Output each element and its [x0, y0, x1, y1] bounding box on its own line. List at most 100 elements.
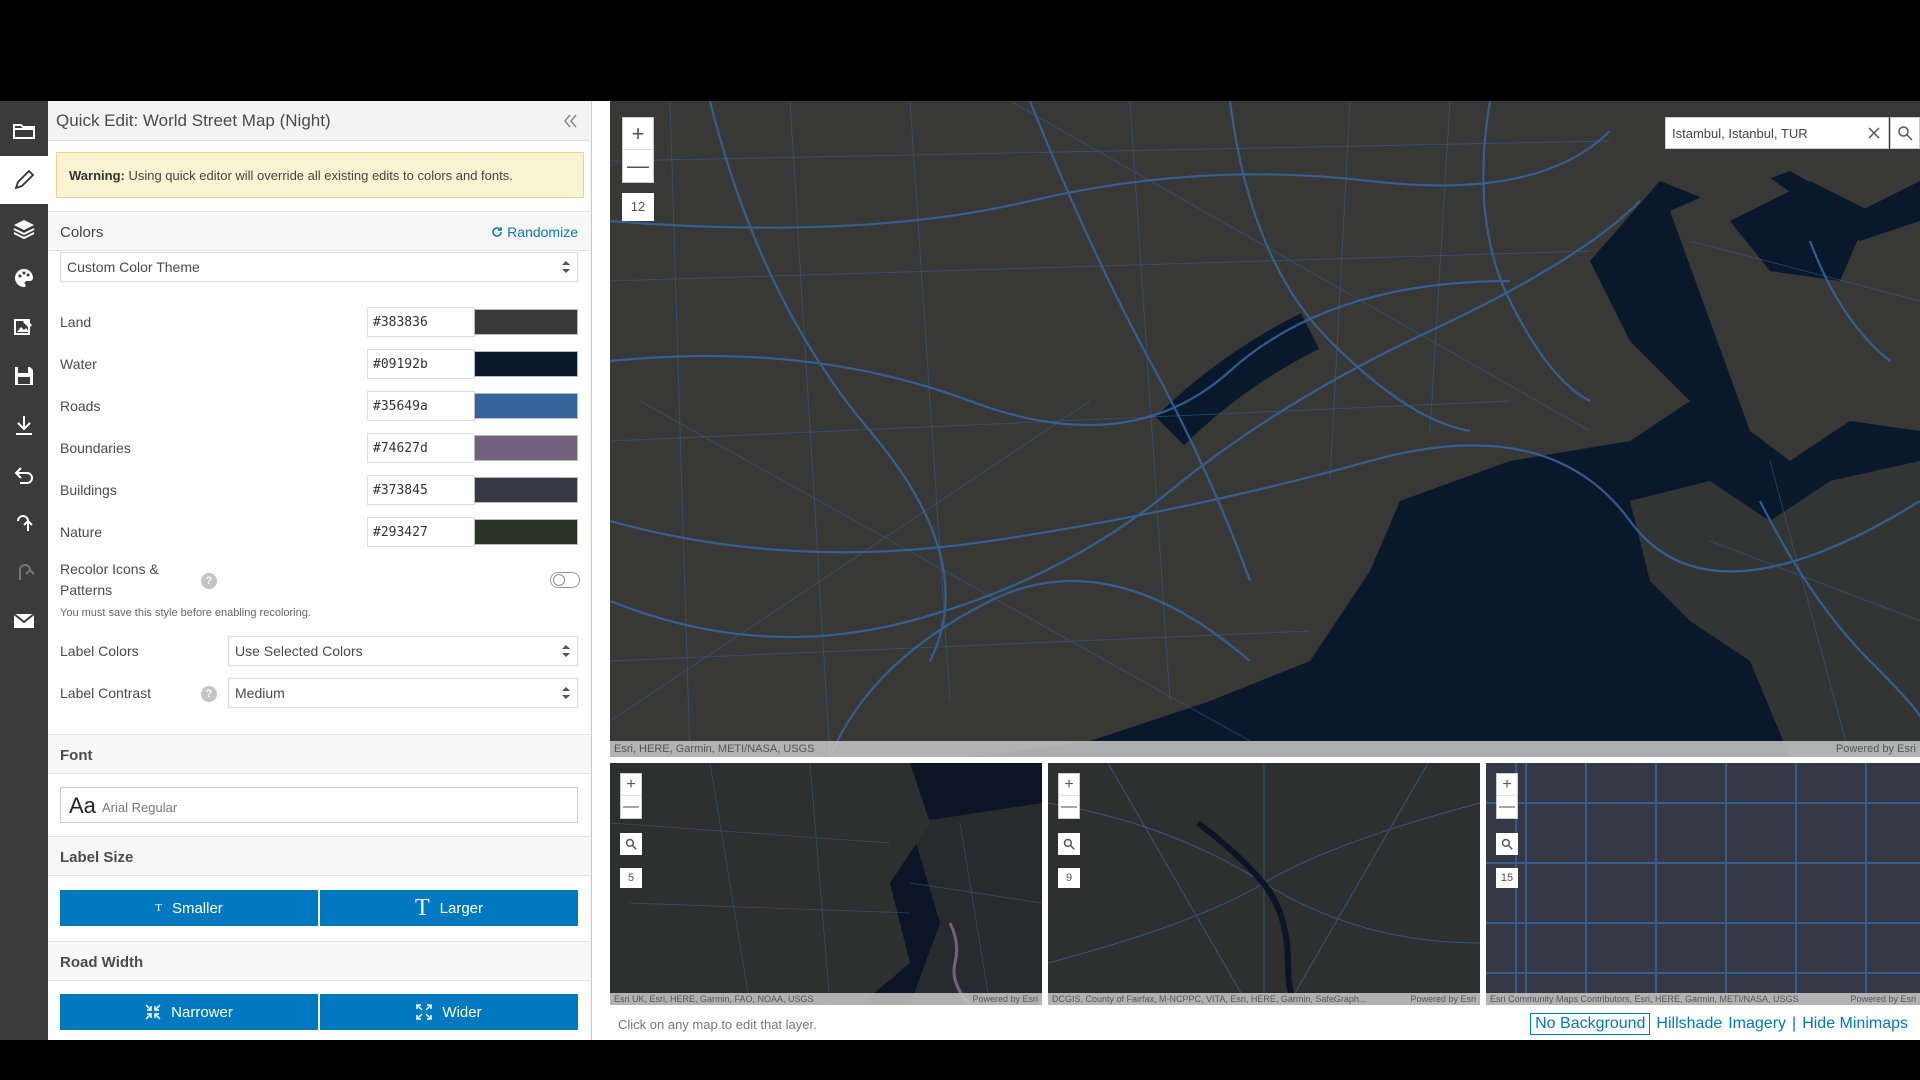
label-contrast-value: Medium	[235, 685, 285, 701]
background-options: No Background Hillshade Imagery | Hide M…	[1530, 1013, 1908, 1035]
narrower-roads-button[interactable]: Narrower	[60, 994, 318, 1030]
smaller-label: Smaller	[171, 899, 223, 917]
imagery-link[interactable]: Imagery	[1728, 1015, 1786, 1033]
randomize-button[interactable]: Randomize	[491, 224, 578, 240]
buildings-color-swatch[interactable]	[474, 477, 578, 503]
app-window: Quick Edit: World Street Map (Night) War…	[0, 101, 1920, 1040]
scroll-up-icon[interactable]	[590, 103, 592, 115]
roads-color-swatch[interactable]	[474, 393, 578, 419]
redo-icon	[19, 564, 35, 580]
warning-text: Using quick editor will override all exi…	[124, 168, 513, 183]
color-name: Buildings	[60, 482, 117, 498]
style-tool[interactable]	[0, 254, 48, 302]
small-t-icon: T	[155, 902, 162, 914]
boundaries-color-swatch[interactable]	[474, 435, 578, 461]
font-picker[interactable]: Aa Arial Regular	[60, 787, 578, 823]
minimap-2-search-button[interactable]	[1058, 833, 1080, 855]
quick-edit-panel: Quick Edit: World Street Map (Night) War…	[48, 101, 592, 1040]
color-row-water: Water #09192b	[48, 349, 590, 379]
warning-label: Warning:	[69, 168, 125, 183]
buildings-hex-input[interactable]: #373845	[367, 475, 475, 505]
image-tool[interactable]	[0, 303, 48, 351]
undo-tool[interactable]	[0, 499, 48, 547]
larger-labels-button[interactable]: T Larger	[320, 890, 578, 926]
main-map-attribution: Esri, HERE, Garmin, METI/NASA, USGS Powe…	[610, 741, 1920, 757]
attribution-text: Esri, HERE, Garmin, METI/NASA, USGS	[614, 743, 815, 755]
wider-roads-button[interactable]: Wider	[320, 994, 578, 1030]
download-icon	[16, 416, 32, 435]
minimap-1-zoom-level: 5	[620, 868, 642, 888]
color-theme-select[interactable]: Custom Color Theme	[60, 252, 578, 282]
footer-hint: Click on any map to edit that layer.	[618, 1017, 817, 1032]
share-tool[interactable]	[0, 450, 48, 498]
nature-hex-input[interactable]: #293427	[367, 517, 475, 547]
zoom-out-button[interactable]: —	[1059, 796, 1079, 818]
roads-hex-input[interactable]: #35649a	[367, 391, 475, 421]
redo-tool[interactable]	[0, 548, 48, 596]
recolor-note: You must save this style before enabling…	[60, 607, 311, 619]
scroll-down-icon[interactable]	[590, 1026, 592, 1038]
minimap-3-search-button[interactable]	[1496, 833, 1518, 855]
label-contrast-help-icon[interactable]: ?	[201, 686, 217, 702]
road-width-heading: Road Width	[60, 954, 144, 971]
color-row-land: Land #383836	[48, 307, 590, 337]
boundaries-hex-input[interactable]: #74627d	[367, 433, 475, 463]
color-name: Roads	[60, 398, 101, 414]
no-background-link[interactable]: No Background	[1530, 1013, 1651, 1035]
save-icon	[15, 367, 33, 385]
zoom-in-button[interactable]: +	[623, 118, 653, 150]
zoom-out-button[interactable]: —	[1497, 796, 1517, 818]
smaller-labels-button[interactable]: T Smaller	[60, 890, 318, 926]
recolor-label-line2: Patterns	[60, 582, 113, 598]
land-color-swatch[interactable]	[474, 309, 578, 335]
minimap-canvas	[1048, 763, 1480, 1005]
nature-color-swatch[interactable]	[474, 519, 578, 545]
mail-tool[interactable]	[0, 597, 48, 645]
zoom-in-button[interactable]: +	[1497, 774, 1517, 796]
map-footer: Click on any map to edit that layer. No …	[610, 1005, 1920, 1040]
minimap-3-zoom-control: + —	[1496, 773, 1518, 819]
edit-tool[interactable]	[0, 156, 48, 204]
minimap-1-search-button[interactable]	[620, 833, 642, 855]
open-tool[interactable]	[0, 107, 48, 155]
label-size-section-header: Label Size	[48, 836, 590, 876]
water-hex-input[interactable]: #09192b	[367, 349, 475, 379]
minimap-2-zoom-level: 9	[1058, 868, 1080, 888]
land-hex-input[interactable]: #383836	[367, 307, 475, 337]
layers-icon	[13, 220, 35, 240]
hide-minimaps-link[interactable]: Hide Minimaps	[1802, 1015, 1908, 1033]
location-search-input[interactable]: Istambul, Istanbul, TUR	[1665, 117, 1889, 149]
panel-header: Quick Edit: World Street Map (Night)	[48, 101, 590, 141]
main-map[interactable]: + — 12 Istambul, Istanbul, TUR Esri, HER…	[610, 101, 1920, 757]
label-contrast-select[interactable]: Medium	[228, 678, 578, 708]
search-button[interactable]	[1890, 117, 1920, 149]
recolor-help-icon[interactable]: ?	[201, 573, 217, 589]
water-color-swatch[interactable]	[474, 351, 578, 377]
minimap-3-attribution: Esri Community Maps Contributors, Esri, …	[1486, 993, 1920, 1005]
hillshade-link[interactable]: Hillshade	[1656, 1015, 1722, 1033]
minimap-2[interactable]: + — 9 DCGIS, County of Fairfax, M-NCPPC,…	[1048, 763, 1480, 1005]
download-tool[interactable]	[0, 401, 48, 449]
panel-title: Quick Edit: World Street Map (Night)	[56, 111, 331, 130]
minimap-1[interactable]: + — 5 Esri UK, Esri, HERE, Garmin, FAO, …	[610, 763, 1042, 1005]
panel-scrollbar[interactable]	[590, 101, 592, 1040]
attribution-text: Esri Community Maps Contributors, Esri, …	[1490, 994, 1799, 1004]
main-zoom-control: + —	[622, 117, 654, 183]
minimap-3[interactable]: + — 15 Esri Community Maps Contributors,…	[1486, 763, 1920, 1005]
zoom-out-button[interactable]: —	[621, 796, 641, 818]
recolor-label-line1: Recolor Icons &	[60, 561, 159, 577]
image-edit-icon	[14, 319, 32, 335]
folder-icon	[13, 124, 35, 139]
layers-tool[interactable]	[0, 205, 48, 253]
zoom-in-button[interactable]: +	[1059, 774, 1079, 796]
zoom-in-button[interactable]: +	[621, 774, 641, 796]
narrower-label: Narrower	[171, 1003, 233, 1021]
collapse-panel-icon[interactable]	[560, 111, 580, 131]
recolor-toggle[interactable]	[550, 572, 580, 588]
select-arrows-icon	[562, 261, 570, 273]
zoom-out-button[interactable]: —	[623, 150, 653, 182]
palette-icon	[14, 269, 33, 287]
label-colors-select[interactable]: Use Selected Colors	[228, 636, 578, 666]
save-tool[interactable]	[0, 352, 48, 400]
clear-search-icon[interactable]	[1868, 127, 1880, 139]
